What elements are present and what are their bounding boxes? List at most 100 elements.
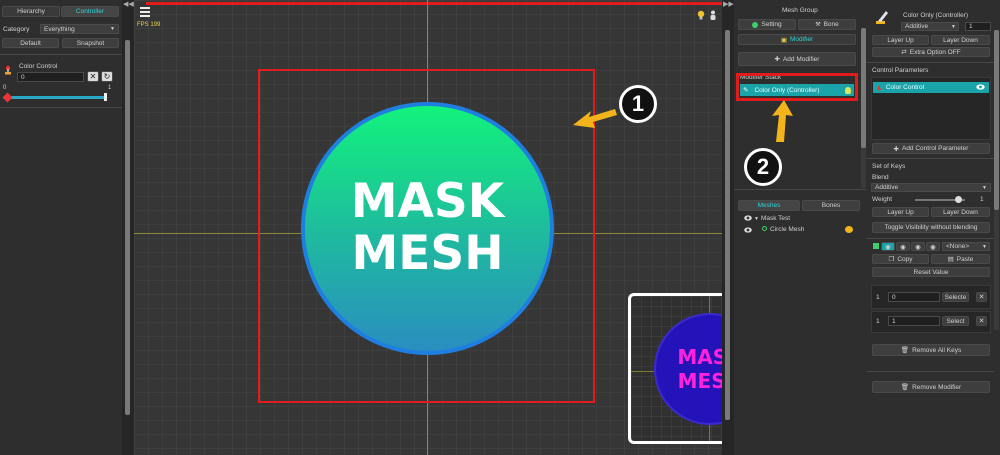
- copy-icon: ❐: [888, 256, 895, 263]
- key1-index: 1: [876, 294, 880, 301]
- eye-icon[interactable]: [744, 227, 752, 233]
- modifier-button[interactable]: ▣ Modifier: [738, 34, 856, 45]
- mask-mesh-circle[interactable]: MASK MESH: [301, 102, 554, 355]
- color-swatch-icon[interactable]: [873, 243, 879, 249]
- callout-1: 1: [619, 85, 657, 123]
- close-icon[interactable]: ✕: [976, 316, 987, 326]
- collapse-right-icon[interactable]: ▶▶: [723, 0, 734, 8]
- slider-keyframe-marker[interactable]: [2, 92, 13, 103]
- chevron-down-icon: ▼: [982, 243, 987, 250]
- setting-button[interactable]: Setting: [738, 19, 796, 30]
- control-parameters-label: Control Parameters: [872, 67, 929, 74]
- tree-item-mask-test[interactable]: ▼ Mask Test: [754, 215, 790, 222]
- eye-icon[interactable]: [744, 215, 752, 221]
- layer-down-button-keys[interactable]: Layer Down: [931, 207, 990, 217]
- mesh-group-scrollbar[interactable]: [861, 28, 866, 188]
- person-icon[interactable]: [709, 10, 717, 20]
- key-mode-button-3[interactable]: ◉: [911, 242, 925, 251]
- param-name: Color Control: [19, 63, 58, 70]
- key1-value-input[interactable]: 0: [888, 292, 940, 302]
- key-mode-button-4[interactable]: ◉: [926, 242, 940, 251]
- plus-icon: ✚: [774, 56, 780, 63]
- mask-preview-panel: MASK MESH: [628, 293, 722, 444]
- link-icon[interactable]: [845, 226, 853, 233]
- option-icon: ⇄: [901, 49, 907, 56]
- snapshot-button[interactable]: Snapshot: [62, 38, 119, 48]
- tab-controller[interactable]: Controller: [61, 6, 119, 17]
- preview-label: MASK MESH: [677, 345, 722, 393]
- chevron-down-icon: ▼: [951, 23, 956, 30]
- key-target-select[interactable]: <None> ▼: [942, 242, 990, 251]
- brush-icon: ✎: [743, 87, 749, 94]
- mesh-group-panel: Mesh Group Setting ⚒ Bone ▣ Modifier ✚ Add …: [734, 0, 867, 455]
- key-row-2: 1 1 Select ✕: [871, 311, 991, 333]
- key-mode-button-1[interactable]: ◉: [881, 242, 895, 251]
- chevron-down-icon: ▼: [110, 26, 115, 32]
- collapse-left-icon[interactable]: ◀◀: [123, 0, 134, 8]
- key1-select-button[interactable]: Selecte: [942, 292, 969, 302]
- reset-value-button[interactable]: Reset Value: [872, 267, 990, 277]
- mesh-icon: [762, 226, 767, 231]
- tab-bones[interactable]: Bones: [802, 200, 860, 211]
- key-row-1: 1 0 Selecte ✕: [871, 285, 991, 309]
- param-value-input[interactable]: 0: [17, 72, 84, 82]
- bone-button[interactable]: ⚒ Bone: [798, 19, 856, 30]
- properties-scrollbar[interactable]: [994, 30, 999, 330]
- mesh-group-title: Mesh Group: [782, 7, 818, 14]
- weight-label: Weight: [872, 196, 893, 203]
- modifier-icon: ▣: [780, 36, 788, 44]
- key2-select-button[interactable]: Select: [942, 316, 969, 326]
- eye-icon[interactable]: [976, 83, 985, 92]
- trash-icon: 🗑: [900, 347, 910, 354]
- remove-modifier-button[interactable]: 🗑 Remove Modifier: [872, 381, 990, 393]
- key-mode-button-2[interactable]: ◉: [896, 242, 910, 251]
- category-select[interactable]: Everything ▼: [40, 24, 119, 34]
- modifier-properties-panel: Color Only (Controller) Additive ▼ 1 Lay…: [867, 0, 1000, 455]
- bulb-icon[interactable]: [697, 10, 705, 20]
- layer-down-button[interactable]: Layer Down: [931, 35, 990, 45]
- slider-min-label: 0: [3, 85, 7, 91]
- copy-button[interactable]: ❐ Copy: [872, 254, 929, 264]
- param-slider-track[interactable]: [10, 96, 106, 99]
- gear-icon: [752, 21, 759, 28]
- menu-icon[interactable]: [140, 7, 150, 17]
- viewport[interactable]: FPS 199 MASK MESH 1 MASK MESH: [134, 0, 722, 455]
- set-of-keys-label: Set of Keys: [872, 163, 906, 170]
- arrow-icon: [770, 100, 794, 142]
- tree-item-circle-mesh[interactable]: Circle Mesh: [762, 226, 804, 233]
- joystick-icon: [4, 65, 12, 75]
- close-icon[interactable]: ✕: [87, 71, 99, 82]
- modifier-weight-input[interactable]: 1: [965, 22, 991, 31]
- callout-2: 2: [744, 148, 782, 186]
- remove-all-keys-button[interactable]: 🗑 Remove All Keys: [872, 344, 990, 356]
- add-control-parameter-button[interactable]: ✚ Add Control Parameter: [872, 143, 990, 154]
- paste-button[interactable]: ▤ Paste: [931, 254, 990, 264]
- tab-meshes[interactable]: Meshes: [738, 200, 800, 211]
- plus-icon: ✚: [893, 145, 899, 153]
- weight-slider-handle[interactable]: [955, 196, 962, 203]
- key2-value-input[interactable]: 1: [888, 316, 940, 326]
- bulb-icon[interactable]: [845, 86, 851, 94]
- control-param-item[interactable]: ♟ Color Control: [873, 82, 989, 93]
- reset-icon[interactable]: ↻: [101, 71, 113, 82]
- left-scrollbar[interactable]: [125, 40, 130, 415]
- blend-label: Blend: [872, 174, 889, 181]
- layer-up-button[interactable]: Layer Up: [872, 35, 929, 45]
- top-red-bar: [146, 2, 722, 5]
- tab-hierarchy[interactable]: Hierarchy: [2, 6, 60, 17]
- right-gutter: ▶▶: [722, 0, 734, 455]
- param-slider-handle[interactable]: [104, 93, 107, 101]
- toggle-visibility-button[interactable]: Toggle Visibility without blending: [872, 222, 990, 233]
- default-button[interactable]: Default: [2, 38, 59, 48]
- close-icon[interactable]: ✕: [976, 292, 987, 302]
- blend-mode-select[interactable]: Additive ▼: [901, 22, 959, 31]
- brush-icon: [875, 10, 889, 26]
- trash-icon: 🗑: [900, 384, 910, 391]
- extra-option-button[interactable]: ⇄ Extra Option OFF: [872, 47, 990, 57]
- add-modifier-button[interactable]: ✚ Add Modifier: [738, 52, 856, 66]
- layer-up-button-keys[interactable]: Layer Up: [872, 207, 929, 217]
- modifier-stack-item[interactable]: ✎ Color Only (Controller): [740, 84, 854, 96]
- viewport-scrollbar[interactable]: [725, 30, 730, 420]
- joystick-icon: ♟: [876, 84, 882, 92]
- keys-blend-select[interactable]: Additive ▼: [871, 183, 991, 192]
